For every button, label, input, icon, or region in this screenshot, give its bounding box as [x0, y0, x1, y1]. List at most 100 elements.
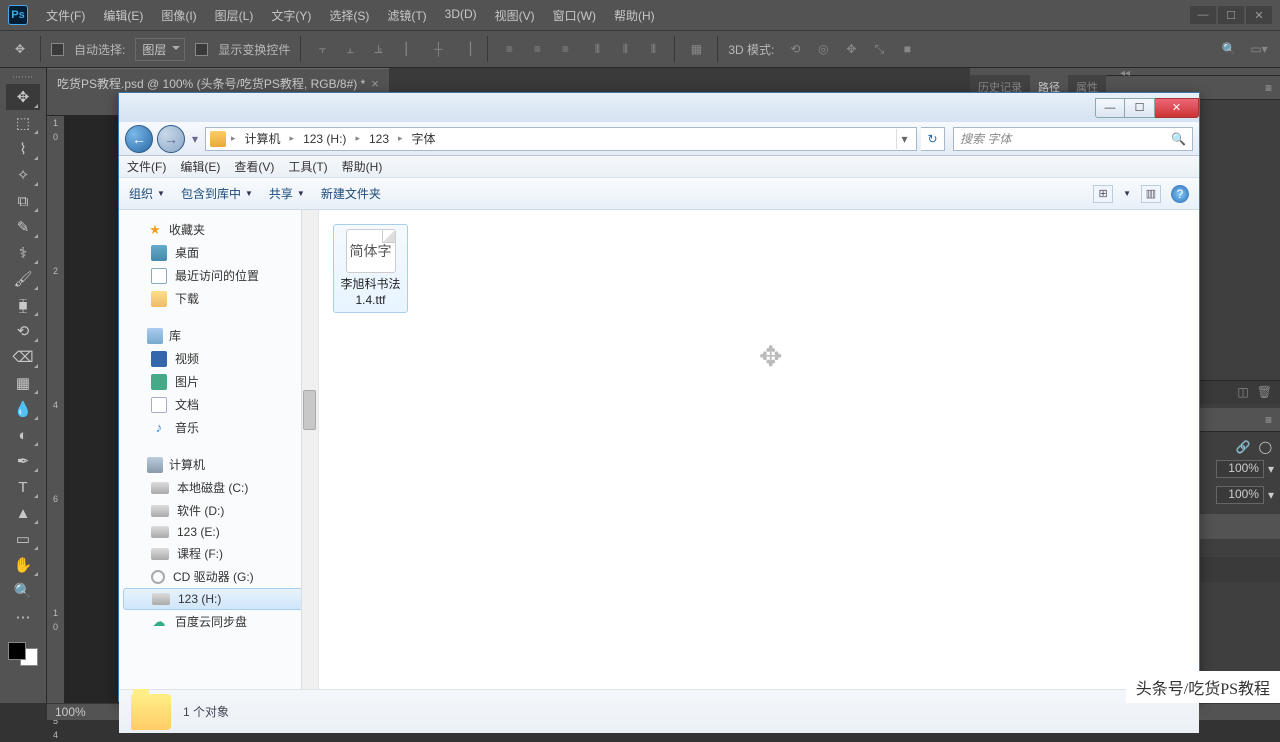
- menu-3d[interactable]: 3D(D): [437, 4, 485, 27]
- zoom-tool[interactable]: 🔍: [6, 578, 40, 604]
- lasso-tool[interactable]: ⌇: [6, 136, 40, 162]
- explorer-close-button[interactable]: ✕: [1155, 98, 1199, 118]
- distribute-hcenter-icon[interactable]: ⦀: [614, 38, 636, 60]
- menu-help[interactable]: 帮助(H): [606, 4, 663, 27]
- menu-window[interactable]: 窗口(W): [545, 4, 604, 27]
- mask-icon[interactable]: ◯: [1259, 440, 1272, 448]
- sidebar-item-recent[interactable]: 最近访问的位置: [119, 264, 318, 287]
- eyedropper-tool[interactable]: ✎: [6, 214, 40, 240]
- 3d-slide-icon[interactable]: ⤡: [868, 38, 890, 60]
- nav-back-button[interactable]: ←: [125, 125, 153, 153]
- menu-file[interactable]: 文件(F): [127, 158, 166, 175]
- scrollbar-thumb[interactable]: [303, 390, 316, 430]
- sidebar-libraries[interactable]: 库: [119, 324, 318, 347]
- search-icon[interactable]: 🔍: [1218, 38, 1240, 60]
- view-mode-button[interactable]: ⊞: [1093, 185, 1113, 203]
- breadcrumb-folder1[interactable]: 123: [365, 130, 393, 148]
- marquee-tool[interactable]: ⬚: [6, 110, 40, 136]
- new-path-icon[interactable]: ◫: [1237, 385, 1248, 400]
- sidebar-item-drive-c[interactable]: 本地磁盘 (C:): [119, 476, 318, 499]
- sidebar-item-drive-d[interactable]: 软件 (D:): [119, 499, 318, 522]
- brush-tool[interactable]: 🖌: [6, 266, 40, 292]
- chevron-right-icon[interactable]: ▸: [287, 133, 298, 144]
- type-tool[interactable]: T: [6, 474, 40, 500]
- explorer-content[interactable]: 简体字 李旭科书法1.4.ttf ✥: [319, 210, 1199, 689]
- chevron-right-icon[interactable]: ▸: [352, 133, 363, 144]
- help-icon[interactable]: ?: [1171, 185, 1189, 203]
- menu-help[interactable]: 帮助(H): [342, 158, 383, 175]
- search-icon[interactable]: 🔍: [1171, 132, 1186, 146]
- search-input[interactable]: 搜索 字体 🔍: [953, 127, 1193, 151]
- hand-tool[interactable]: ✋: [6, 552, 40, 578]
- include-library-button[interactable]: 包含到库中▼: [181, 185, 253, 202]
- chevron-right-icon[interactable]: ▸: [395, 133, 406, 144]
- distribute-vcenter-icon[interactable]: ≡: [526, 38, 548, 60]
- healing-brush-tool[interactable]: ⚕: [6, 240, 40, 266]
- menu-view[interactable]: 视图(V): [487, 4, 543, 27]
- sidebar-item-drive-f[interactable]: 课程 (F:): [119, 542, 318, 565]
- menu-image[interactable]: 图像(I): [153, 4, 204, 27]
- address-dropdown-icon[interactable]: ▾: [896, 129, 912, 149]
- share-button[interactable]: 共享▼: [269, 185, 305, 202]
- panel-menu-icon[interactable]: ≡: [1257, 77, 1280, 99]
- menu-view[interactable]: 查看(V): [234, 158, 274, 175]
- align-bottom-icon[interactable]: ⫡: [367, 38, 389, 60]
- sidebar-scrollbar[interactable]: [301, 210, 318, 689]
- breadcrumb-folder2[interactable]: 字体: [408, 128, 440, 149]
- breadcrumb-computer[interactable]: 计算机: [241, 128, 285, 149]
- auto-align-icon[interactable]: ▦: [685, 38, 707, 60]
- distribute-top-icon[interactable]: ≡: [498, 38, 520, 60]
- color-swatch[interactable]: [8, 636, 38, 666]
- menu-type[interactable]: 文字(Y): [263, 4, 319, 27]
- align-top-icon[interactable]: ⫟: [311, 38, 333, 60]
- path-select-tool[interactable]: ▲: [6, 500, 40, 526]
- opacity-value[interactable]: 100%: [1216, 460, 1264, 478]
- ps-maximize-icon[interactable]: ☐: [1218, 6, 1244, 24]
- sidebar-item-drive-g[interactable]: CD 驱动器 (G:): [119, 565, 318, 588]
- ps-close-icon[interactable]: ✕: [1246, 6, 1272, 24]
- show-transform-checkbox[interactable]: [195, 43, 208, 56]
- workspace-icon[interactable]: ▭▾: [1248, 38, 1270, 60]
- menu-tools[interactable]: 工具(T): [288, 158, 327, 175]
- distribute-left-icon[interactable]: ⦀: [586, 38, 608, 60]
- nav-forward-button[interactable]: →: [157, 125, 185, 153]
- file-item-font[interactable]: 简体字 李旭科书法1.4.ttf: [333, 224, 408, 313]
- pen-tool[interactable]: ✒: [6, 448, 40, 474]
- rectangle-tool[interactable]: ▭: [6, 526, 40, 552]
- sidebar-item-desktop[interactable]: 桌面: [119, 241, 318, 264]
- sidebar-item-music[interactable]: ♪音乐: [119, 416, 318, 439]
- sidebar-computer[interactable]: 计算机: [119, 453, 318, 476]
- sidebar-item-drive-h[interactable]: 123 (H:): [123, 588, 314, 610]
- refresh-button[interactable]: ↻: [921, 127, 945, 151]
- gradient-tool[interactable]: ▦: [6, 370, 40, 396]
- 3d-drag-icon[interactable]: ✥: [840, 38, 862, 60]
- 3d-roll-icon[interactable]: ◎: [812, 38, 834, 60]
- more-tools[interactable]: ⋯: [6, 604, 40, 630]
- dodge-tool[interactable]: ◐: [6, 422, 40, 448]
- move-tool[interactable]: ✥: [6, 84, 40, 110]
- sidebar-item-drive-e[interactable]: 123 (E:): [119, 522, 318, 542]
- menu-layer[interactable]: 图层(L): [207, 4, 262, 27]
- explorer-maximize-button[interactable]: ☐: [1125, 98, 1155, 118]
- sidebar-item-baidu[interactable]: ☁百度云同步盘: [119, 610, 318, 633]
- nav-history-dropdown[interactable]: ▾: [189, 126, 201, 152]
- panel-menu-icon[interactable]: ≡: [1257, 409, 1280, 431]
- sidebar-item-pictures[interactable]: 图片: [119, 370, 318, 393]
- delete-path-icon[interactable]: 🗑: [1257, 385, 1272, 400]
- breadcrumb-drive[interactable]: 123 (H:): [299, 130, 350, 148]
- menu-edit[interactable]: 编辑(E): [180, 158, 220, 175]
- eraser-tool[interactable]: ⌫: [6, 344, 40, 370]
- align-left-icon[interactable]: ▏: [399, 38, 421, 60]
- 3d-rotate-icon[interactable]: ⟲: [784, 38, 806, 60]
- sidebar-item-videos[interactable]: 视频: [119, 347, 318, 370]
- sidebar-item-downloads[interactable]: 下载: [119, 287, 318, 310]
- chevron-right-icon[interactable]: ▸: [228, 133, 239, 144]
- foreground-color[interactable]: [8, 642, 26, 660]
- blur-tool[interactable]: 💧: [6, 396, 40, 422]
- fill-value[interactable]: 100%: [1216, 486, 1264, 504]
- auto-select-dropdown[interactable]: 图层: [135, 38, 185, 61]
- sidebar-favorites[interactable]: ★收藏夹: [119, 218, 318, 241]
- toolbox-grip-icon[interactable]: [3, 74, 43, 80]
- menu-edit[interactable]: 编辑(E): [95, 4, 151, 27]
- address-bar[interactable]: ▸ 计算机 ▸ 123 (H:) ▸ 123 ▸ 字体 ▾: [205, 127, 917, 151]
